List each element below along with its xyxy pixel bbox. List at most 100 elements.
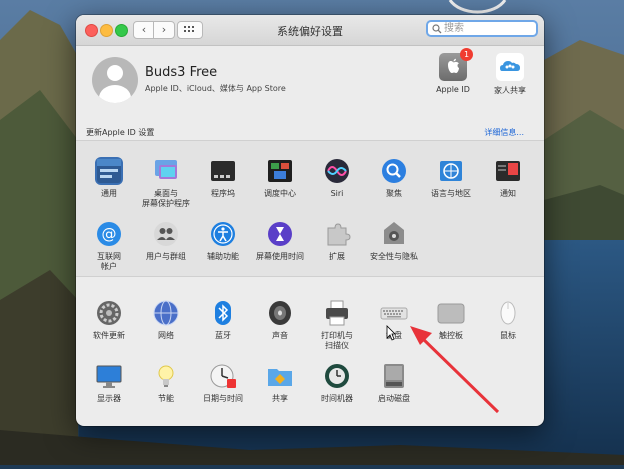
pref-label: 互联网 帐户 xyxy=(97,252,121,271)
details-link[interactable]: 详细信息... xyxy=(484,127,524,138)
mouse-icon xyxy=(494,299,522,327)
search-field[interactable] xyxy=(426,20,538,37)
avatar[interactable] xyxy=(92,57,138,103)
pref-security-privacy[interactable]: 安全性与隐私 xyxy=(363,220,425,262)
screen-time-icon xyxy=(266,220,294,248)
siri-icon xyxy=(323,157,351,185)
sharing-icon xyxy=(266,362,294,390)
network-icon xyxy=(152,299,180,327)
family-sharing-label: 家人共享 xyxy=(494,86,526,95)
pref-label: 用户与群组 xyxy=(146,252,186,261)
pref-sharing[interactable]: 共享 xyxy=(249,362,311,404)
pref-label: 软件更新 xyxy=(93,331,125,340)
general-icon xyxy=(95,157,123,185)
security-privacy-icon xyxy=(380,220,408,248)
pref-label: 辅助功能 xyxy=(207,252,239,261)
search-icon xyxy=(432,24,442,34)
svg-text:@: @ xyxy=(102,225,117,243)
system-preferences-window: ‹ › 系统偏好设置 Buds3 Free Apple ID、iCloud、媒体… xyxy=(76,15,544,426)
pref-mouse[interactable]: 鼠标 xyxy=(477,299,539,341)
pref-time-machine[interactable]: 时间机器 xyxy=(306,362,368,404)
internet-accounts-icon: @ xyxy=(95,220,123,248)
pref-trackpad[interactable]: 触控板 xyxy=(420,299,482,341)
pref-users-groups[interactable]: 用户与群组 xyxy=(135,220,197,262)
trackpad-icon xyxy=(437,299,465,327)
software-update-icon xyxy=(95,299,123,327)
user-account-area: Buds3 Free Apple ID、iCloud、媒体与 App Store… xyxy=(76,45,544,125)
pref-label: 扩展 xyxy=(329,252,345,261)
startup-disk-icon xyxy=(380,362,408,390)
language-region-icon xyxy=(437,157,465,185)
pref-language-region[interactable]: 语言与地区 xyxy=(420,157,482,199)
pref-label: 通用 xyxy=(101,189,117,198)
pref-label: 通知 xyxy=(500,189,516,198)
search-input[interactable] xyxy=(444,22,534,35)
extensions-icon xyxy=(323,220,351,248)
pref-energy-saver[interactable]: 节能 xyxy=(135,362,197,404)
pref-spotlight[interactable]: 聚焦 xyxy=(363,157,425,199)
desktop-screensaver-icon xyxy=(152,157,180,185)
notifications-icon xyxy=(494,157,522,185)
accessibility-icon xyxy=(209,220,237,248)
pref-label: 日期与时间 xyxy=(203,394,243,403)
pref-label: 声音 xyxy=(272,331,288,340)
sound-icon xyxy=(266,299,294,327)
pref-displays[interactable]: 显示器 xyxy=(78,362,140,404)
pref-date-time[interactable]: 日期与时间 xyxy=(192,362,254,404)
apple-logo-icon: 1 xyxy=(439,48,473,81)
pref-desktop-screensaver[interactable]: 桌面与 屏幕保护程序 xyxy=(135,157,197,209)
pref-label: 屏幕使用时间 xyxy=(256,252,304,261)
family-sharing-pref[interactable]: 家人共享 xyxy=(480,53,540,96)
mouse-cursor-icon xyxy=(386,325,396,341)
notification-badge: 1 xyxy=(460,48,473,61)
pref-siri[interactable]: Siri xyxy=(306,157,368,199)
pref-mission-control[interactable]: 调度中心 xyxy=(249,157,311,199)
pref-startup-disk[interactable]: 启动磁盘 xyxy=(363,362,425,404)
pref-extensions[interactable]: 扩展 xyxy=(306,220,368,262)
pref-label: 网络 xyxy=(158,331,174,340)
pref-label: 鼠标 xyxy=(500,331,516,340)
title-bar: ‹ › 系统偏好设置 xyxy=(76,15,544,46)
pref-network[interactable]: 网络 xyxy=(135,299,197,341)
pref-label: 时间机器 xyxy=(321,394,353,403)
spotlight-icon xyxy=(380,157,408,185)
pref-label: 显示器 xyxy=(97,394,121,403)
user-name: Buds3 Free xyxy=(145,65,218,80)
pref-label: 调度中心 xyxy=(264,189,296,198)
pref-accessibility[interactable]: 辅助功能 xyxy=(192,220,254,262)
keyboard-icon xyxy=(380,299,408,327)
date-time-icon xyxy=(209,362,237,390)
pref-label: 触控板 xyxy=(439,331,463,340)
pref-label: 桌面与 屏幕保护程序 xyxy=(142,189,190,208)
pref-label: Siri xyxy=(330,189,344,198)
pref-label: 程序坞 xyxy=(211,189,235,198)
pref-bluetooth[interactable]: 蓝牙 xyxy=(192,299,254,341)
user-subtitle: Apple ID、iCloud、媒体与 App Store xyxy=(145,84,286,93)
pref-dock[interactable]: 程序坞 xyxy=(192,157,254,199)
users-groups-icon xyxy=(152,220,180,248)
pref-label: 语言与地区 xyxy=(431,189,471,198)
pref-screen-time[interactable]: 屏幕使用时间 xyxy=(249,220,311,262)
pref-internet-accounts[interactable]: @ 互联网 帐户 xyxy=(78,220,140,272)
pref-notifications[interactable]: 通知 xyxy=(477,157,539,199)
apple-id-pref[interactable]: 1 Apple ID xyxy=(423,48,483,94)
personal-prefs-section: 通用 桌面与 屏幕保护程序 程序坞 调度中心 Siri 聚焦 语言与地区 通知 … xyxy=(76,140,544,277)
pref-label: 聚焦 xyxy=(386,189,402,198)
pref-label: 打印机与 扫描仪 xyxy=(321,331,353,350)
mission-control-icon xyxy=(266,157,294,185)
pref-sound[interactable]: 声音 xyxy=(249,299,311,341)
apple-id-update-banner: 更新Apple ID 设置 详细信息... xyxy=(76,125,544,141)
hardware-prefs-section: 软件更新 网络 蓝牙 声音 打印机与 扫描仪 键盘 触控板 鼠标 显示器 节能 … xyxy=(76,293,544,426)
pref-software-update[interactable]: 软件更新 xyxy=(78,299,140,341)
printers-scanners-icon xyxy=(323,299,351,327)
bluetooth-icon xyxy=(209,299,237,327)
pref-label: 安全性与隐私 xyxy=(370,252,418,261)
pref-label: 蓝牙 xyxy=(215,331,231,340)
pref-label: 节能 xyxy=(158,394,174,403)
pref-printers-scanners[interactable]: 打印机与 扫描仪 xyxy=(306,299,368,351)
dock-icon xyxy=(209,157,237,185)
time-machine-icon xyxy=(323,362,351,390)
pref-general[interactable]: 通用 xyxy=(78,157,140,199)
displays-icon xyxy=(95,362,123,390)
energy-saver-icon xyxy=(152,362,180,390)
